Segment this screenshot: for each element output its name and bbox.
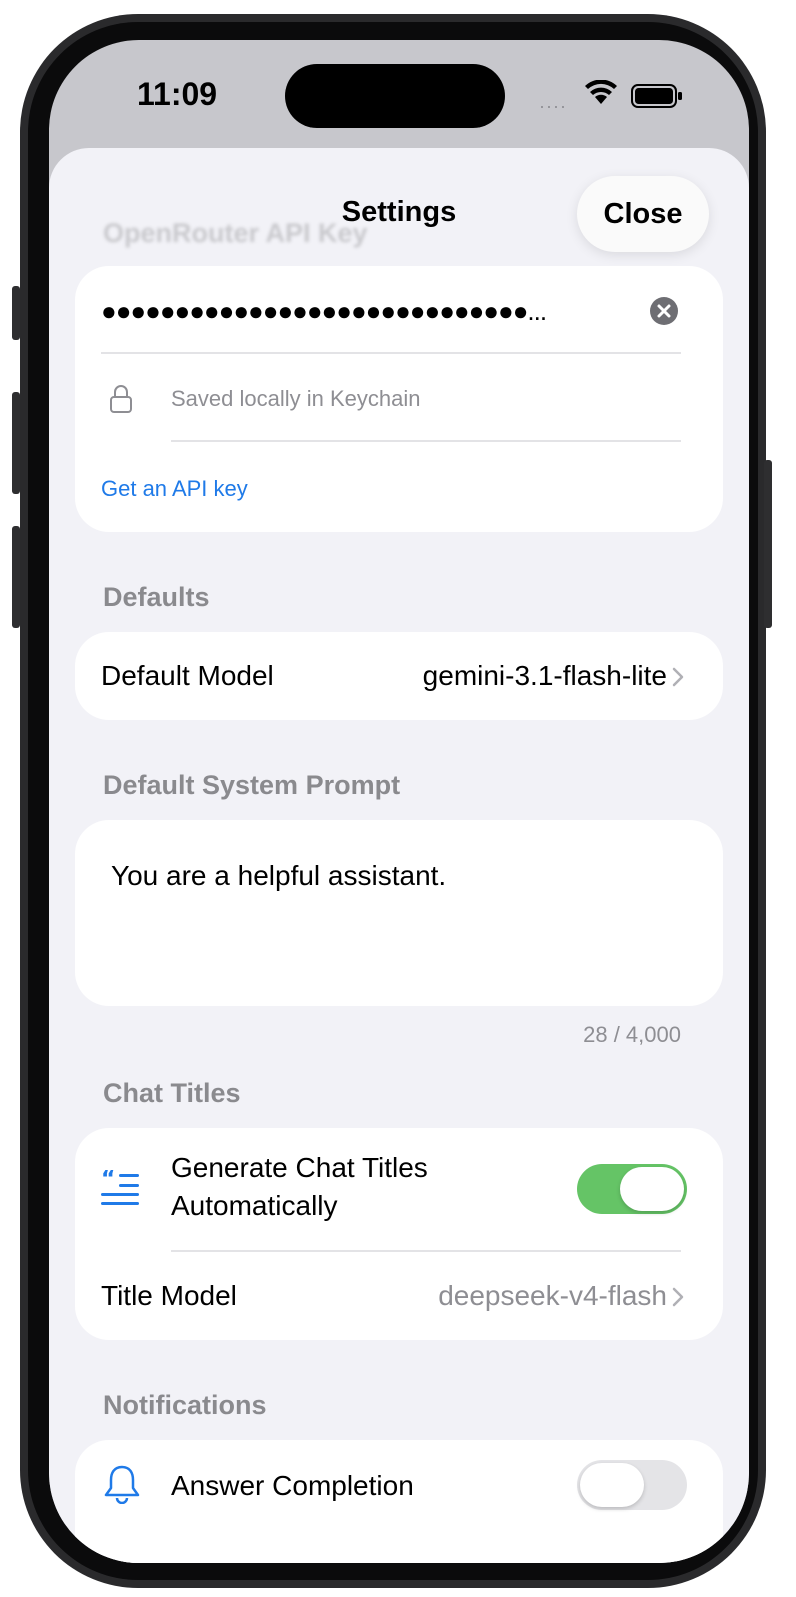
wifi-icon (585, 80, 617, 104)
answer-completion-toggle[interactable] (577, 1460, 687, 1510)
generate-titles-toggle[interactable] (577, 1164, 687, 1214)
get-api-key-link[interactable]: Get an API key (101, 476, 248, 502)
default-model-row[interactable]: Default Model gemini-3.1-flash-lite (75, 632, 723, 720)
svg-text:“: “ (101, 1170, 115, 1192)
api-key-field[interactable]: ●●●●●●●●●●●●●●●●●●●●●●●●●●●●●... (101, 296, 621, 327)
generate-titles-label-line2: Automatically (171, 1190, 338, 1221)
system-prompt-section-header: Default System Prompt (103, 770, 401, 800)
chat-titles-section-header: Chat Titles (103, 1078, 241, 1108)
system-prompt-text: You are a helpful assistant. (111, 860, 447, 891)
dynamic-island (285, 64, 505, 128)
api-key-card: ●●●●●●●●●●●●●●●●●●●●●●●●●●●●●... Saved l… (75, 266, 723, 532)
character-counter: 28 / 4,000 (583, 1022, 681, 1047)
divider (101, 352, 681, 354)
action-button (12, 286, 20, 340)
volume-up-button (12, 392, 20, 494)
lock-icon (110, 385, 132, 413)
notifications-card: Answer Completion (75, 1440, 723, 1563)
chevron-right-icon (672, 667, 684, 687)
settings-sheet: OpenRouter API Key Settings Close ●●●●●●… (49, 148, 749, 1563)
divider (171, 1250, 681, 1252)
chevron-right-icon (672, 1287, 684, 1307)
screen: 11:09 ···· OpenRouter API Key Settings C… (49, 40, 749, 1563)
default-model-value: gemini-3.1-flash-lite (422, 660, 667, 691)
title-model-value[interactable]: deepseek-v4-flash (438, 1280, 667, 1312)
system-prompt-editor[interactable]: You are a helpful assistant. (75, 820, 723, 1006)
status-time: 11:09 (137, 76, 218, 112)
toggle-knob (620, 1167, 684, 1211)
saved-locally-note: Saved locally in Keychain (171, 386, 421, 411)
defaults-section-header: Defaults (103, 582, 210, 612)
toggle-knob (580, 1463, 644, 1507)
volume-down-button (12, 526, 20, 628)
close-button[interactable]: Close (577, 176, 709, 252)
quote-list-icon: “ (101, 1170, 139, 1205)
default-model-label: Default Model (101, 660, 274, 691)
generate-titles-label-line1: Generate Chat Titles (171, 1152, 428, 1183)
cellular-signal-icon: ···· (539, 96, 567, 116)
battery-icon (631, 84, 682, 108)
notifications-section-header: Notifications (103, 1390, 267, 1420)
chat-titles-card: “ Generate Chat Titles Automatically Tit… (75, 1128, 723, 1340)
power-button (764, 460, 772, 628)
answer-completion-label: Answer Completion (171, 1470, 414, 1501)
bell-icon (104, 1465, 140, 1504)
clear-icon[interactable] (649, 296, 679, 326)
title-model-label[interactable]: Title Model (101, 1280, 237, 1312)
divider (171, 440, 681, 442)
